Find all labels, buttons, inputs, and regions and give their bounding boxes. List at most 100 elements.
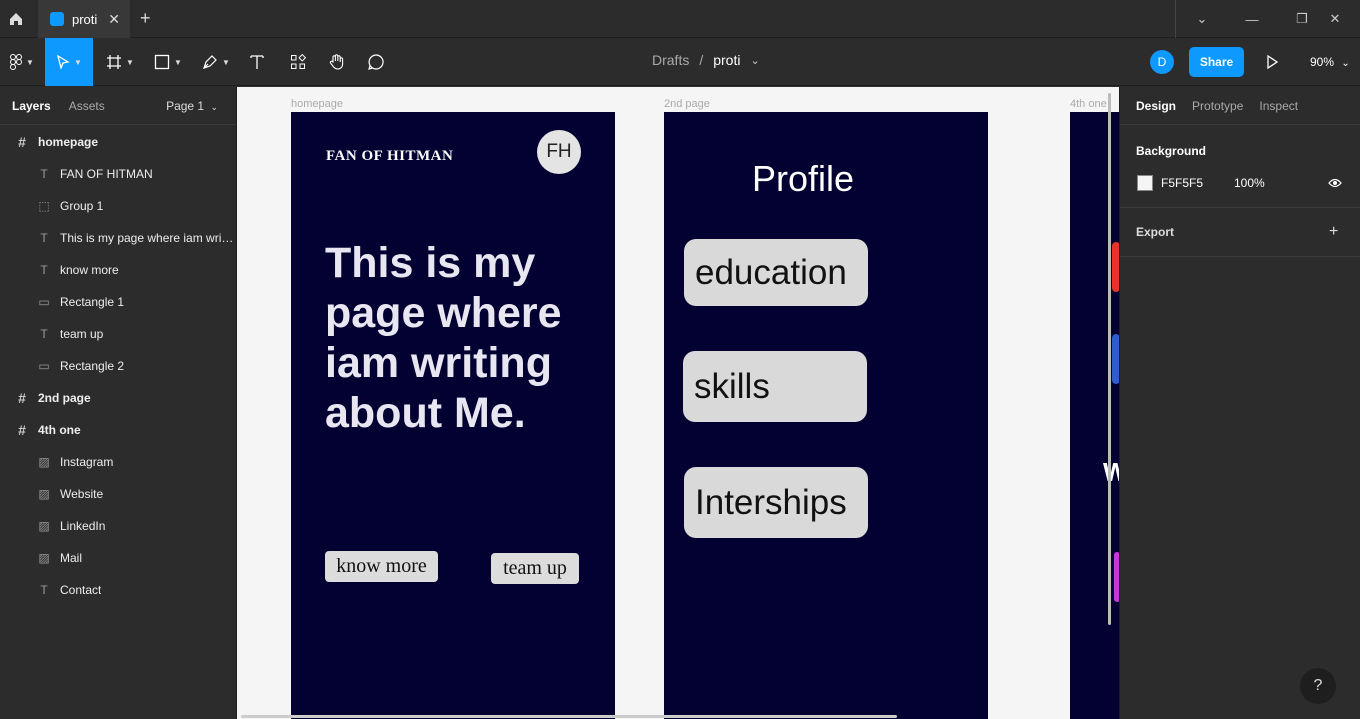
text-layer-icon: T: [40, 327, 48, 341]
pen-icon[interactable]: ▼: [196, 38, 236, 86]
text-layer-icon: T: [40, 167, 48, 181]
frame-label-homepage[interactable]: homepage: [291, 98, 343, 110]
group-layer-icon: ⬚: [38, 199, 50, 213]
design-canvas[interactable]: homepage FAN OF HITMAN FH This is my pag…: [237, 87, 1119, 719]
frame-label-4th-one[interactable]: 4th one: [1070, 98, 1107, 110]
team-up-button[interactable]: team up: [491, 553, 579, 584]
layer-linkedin[interactable]: ▨ LinkedIn: [0, 510, 237, 542]
instagram-image[interactable]: [1112, 242, 1119, 292]
close-window-icon[interactable]: ✕: [1310, 0, 1360, 38]
help-button[interactable]: ?: [1300, 668, 1336, 704]
layer-contact[interactable]: T Contact: [0, 574, 237, 606]
layer-group-1[interactable]: ⬚ Group 1: [0, 190, 237, 222]
rectangle-layer-icon: ▭: [38, 295, 50, 309]
fourth-page-frame[interactable]: W: [1070, 112, 1119, 719]
figma-file-icon: [50, 12, 64, 26]
hand-icon[interactable]: [322, 38, 352, 86]
layer-label: 4th one: [38, 423, 81, 437]
skills-card[interactable]: skills: [683, 351, 867, 422]
profile-title[interactable]: Profile: [752, 158, 854, 200]
left-panel-tabs: Layers Assets Page 1 ⌄: [0, 87, 236, 125]
breadcrumb-file-name[interactable]: proti: [713, 52, 740, 68]
image-layer-icon: ▨: [38, 519, 50, 533]
figma-menu-icon[interactable]: ▼: [0, 38, 44, 86]
layer-mail[interactable]: ▨ Mail: [0, 542, 237, 574]
layer-2nd-page[interactable]: # 2nd page: [0, 382, 237, 414]
shape-icon[interactable]: ▼: [148, 38, 188, 86]
layer-label: homepage: [38, 135, 99, 149]
layer-fan-of-hitman[interactable]: T FAN OF HITMAN: [0, 158, 237, 190]
layer-know-more[interactable]: T know more: [0, 254, 237, 286]
website-image[interactable]: [1112, 334, 1119, 384]
layer-team-up[interactable]: T team up: [0, 318, 237, 350]
layer-website[interactable]: ▨ Website: [0, 478, 237, 510]
layer-rectangle-2[interactable]: ▭ Rectangle 2: [0, 350, 237, 382]
share-button[interactable]: Share: [1189, 47, 1244, 77]
layer-instagram[interactable]: ▨ Instagram: [0, 446, 237, 478]
present-icon[interactable]: [1262, 52, 1282, 77]
text-layer-icon: T: [40, 263, 48, 277]
right-panel-tabs: Design Prototype Inspect: [1120, 87, 1360, 125]
toolbar: ▼ ▼ ▼ ▼ ▼ Drafts / proti ⌄ D Share 90% ⌄: [0, 38, 1360, 86]
properties-panel: Design Prototype Inspect Background F5F5…: [1119, 87, 1360, 719]
close-tab-icon[interactable]: ✕: [108, 11, 120, 28]
layer-label: FAN OF HITMAN: [60, 167, 153, 181]
visibility-eye-icon[interactable]: [1328, 176, 1342, 194]
homepage-frame[interactable]: FAN OF HITMAN FH This is my page where i…: [291, 112, 615, 719]
vertical-scrollbar[interactable]: [1108, 93, 1111, 625]
tab-assets[interactable]: Assets: [69, 99, 105, 113]
image-layer-icon: ▨: [38, 487, 50, 501]
background-hex-input[interactable]: F5F5F5: [1161, 176, 1203, 190]
tab-inspect[interactable]: Inspect: [1259, 99, 1298, 113]
comment-icon[interactable]: [362, 38, 390, 86]
page-name: Page 1: [166, 98, 205, 113]
add-export-icon[interactable]: +: [1329, 223, 1338, 241]
move-icon[interactable]: ▼: [45, 38, 93, 86]
file-tab[interactable]: proti ✕: [38, 0, 130, 38]
new-tab-icon[interactable]: +: [140, 8, 151, 29]
know-more-button[interactable]: know more: [325, 551, 438, 582]
user-avatar[interactable]: D: [1150, 50, 1174, 74]
breadcrumb-drafts[interactable]: Drafts: [652, 52, 689, 68]
text-icon[interactable]: [244, 38, 270, 86]
second-page-frame[interactable]: Profile education skills Interships: [664, 112, 988, 719]
frame-layer-icon: #: [18, 390, 26, 406]
layer-headline-text[interactable]: T This is my page where iam writing abou…: [0, 222, 237, 254]
tab-design[interactable]: Design: [1136, 99, 1176, 113]
resources-icon[interactable]: [284, 38, 312, 86]
breadcrumb-separator: /: [699, 52, 704, 68]
layer-label: Rectangle 2: [60, 359, 125, 373]
breadcrumb: Drafts / proti ⌄: [652, 52, 760, 68]
page-chevron-icon: ⌄: [210, 101, 218, 112]
rectangle-layer-icon: ▭: [38, 359, 50, 373]
headline-text[interactable]: This is my page where iam writing about …: [325, 238, 585, 438]
file-menu-chevron-icon[interactable]: ⌄: [750, 54, 759, 67]
image-layer-icon: ▨: [38, 455, 50, 469]
background-section: [1120, 125, 1360, 208]
tab-title: proti: [72, 11, 98, 27]
linkedin-image[interactable]: W: [1103, 457, 1119, 488]
logo-text[interactable]: FAN OF HITMAN: [326, 148, 453, 165]
tab-prototype[interactable]: Prototype: [1192, 99, 1243, 113]
education-card[interactable]: education: [684, 239, 868, 306]
background-color-swatch[interactable]: [1137, 175, 1153, 191]
tab-layers[interactable]: Layers: [12, 99, 51, 113]
layer-rectangle-1[interactable]: ▭ Rectangle 1: [0, 286, 237, 318]
minimize-icon[interactable]: —: [1227, 0, 1277, 38]
horizontal-scrollbar[interactable]: [241, 715, 897, 718]
layer-homepage[interactable]: # homepage: [0, 126, 237, 158]
layer-label: 2nd page: [38, 391, 91, 405]
tabs-dropdown-icon[interactable]: ⌄: [1177, 0, 1227, 38]
frame-icon[interactable]: ▼: [100, 38, 140, 86]
background-opacity-input[interactable]: 100%: [1234, 176, 1265, 190]
background-title: Background: [1136, 144, 1207, 158]
layer-4th-one[interactable]: # 4th one: [0, 414, 237, 446]
layer-label: LinkedIn: [60, 519, 106, 533]
title-bar: proti ✕ + ⌄ — ❐ ✕: [0, 0, 1360, 38]
avatar-circle[interactable]: FH: [537, 130, 581, 174]
zoom-menu[interactable]: 90% ⌄: [1310, 55, 1350, 69]
home-icon[interactable]: [0, 0, 32, 38]
frame-label-2nd-page[interactable]: 2nd page: [664, 98, 710, 110]
interships-card[interactable]: Interships: [684, 467, 868, 538]
page-selector[interactable]: Page 1 ⌄: [166, 99, 218, 113]
